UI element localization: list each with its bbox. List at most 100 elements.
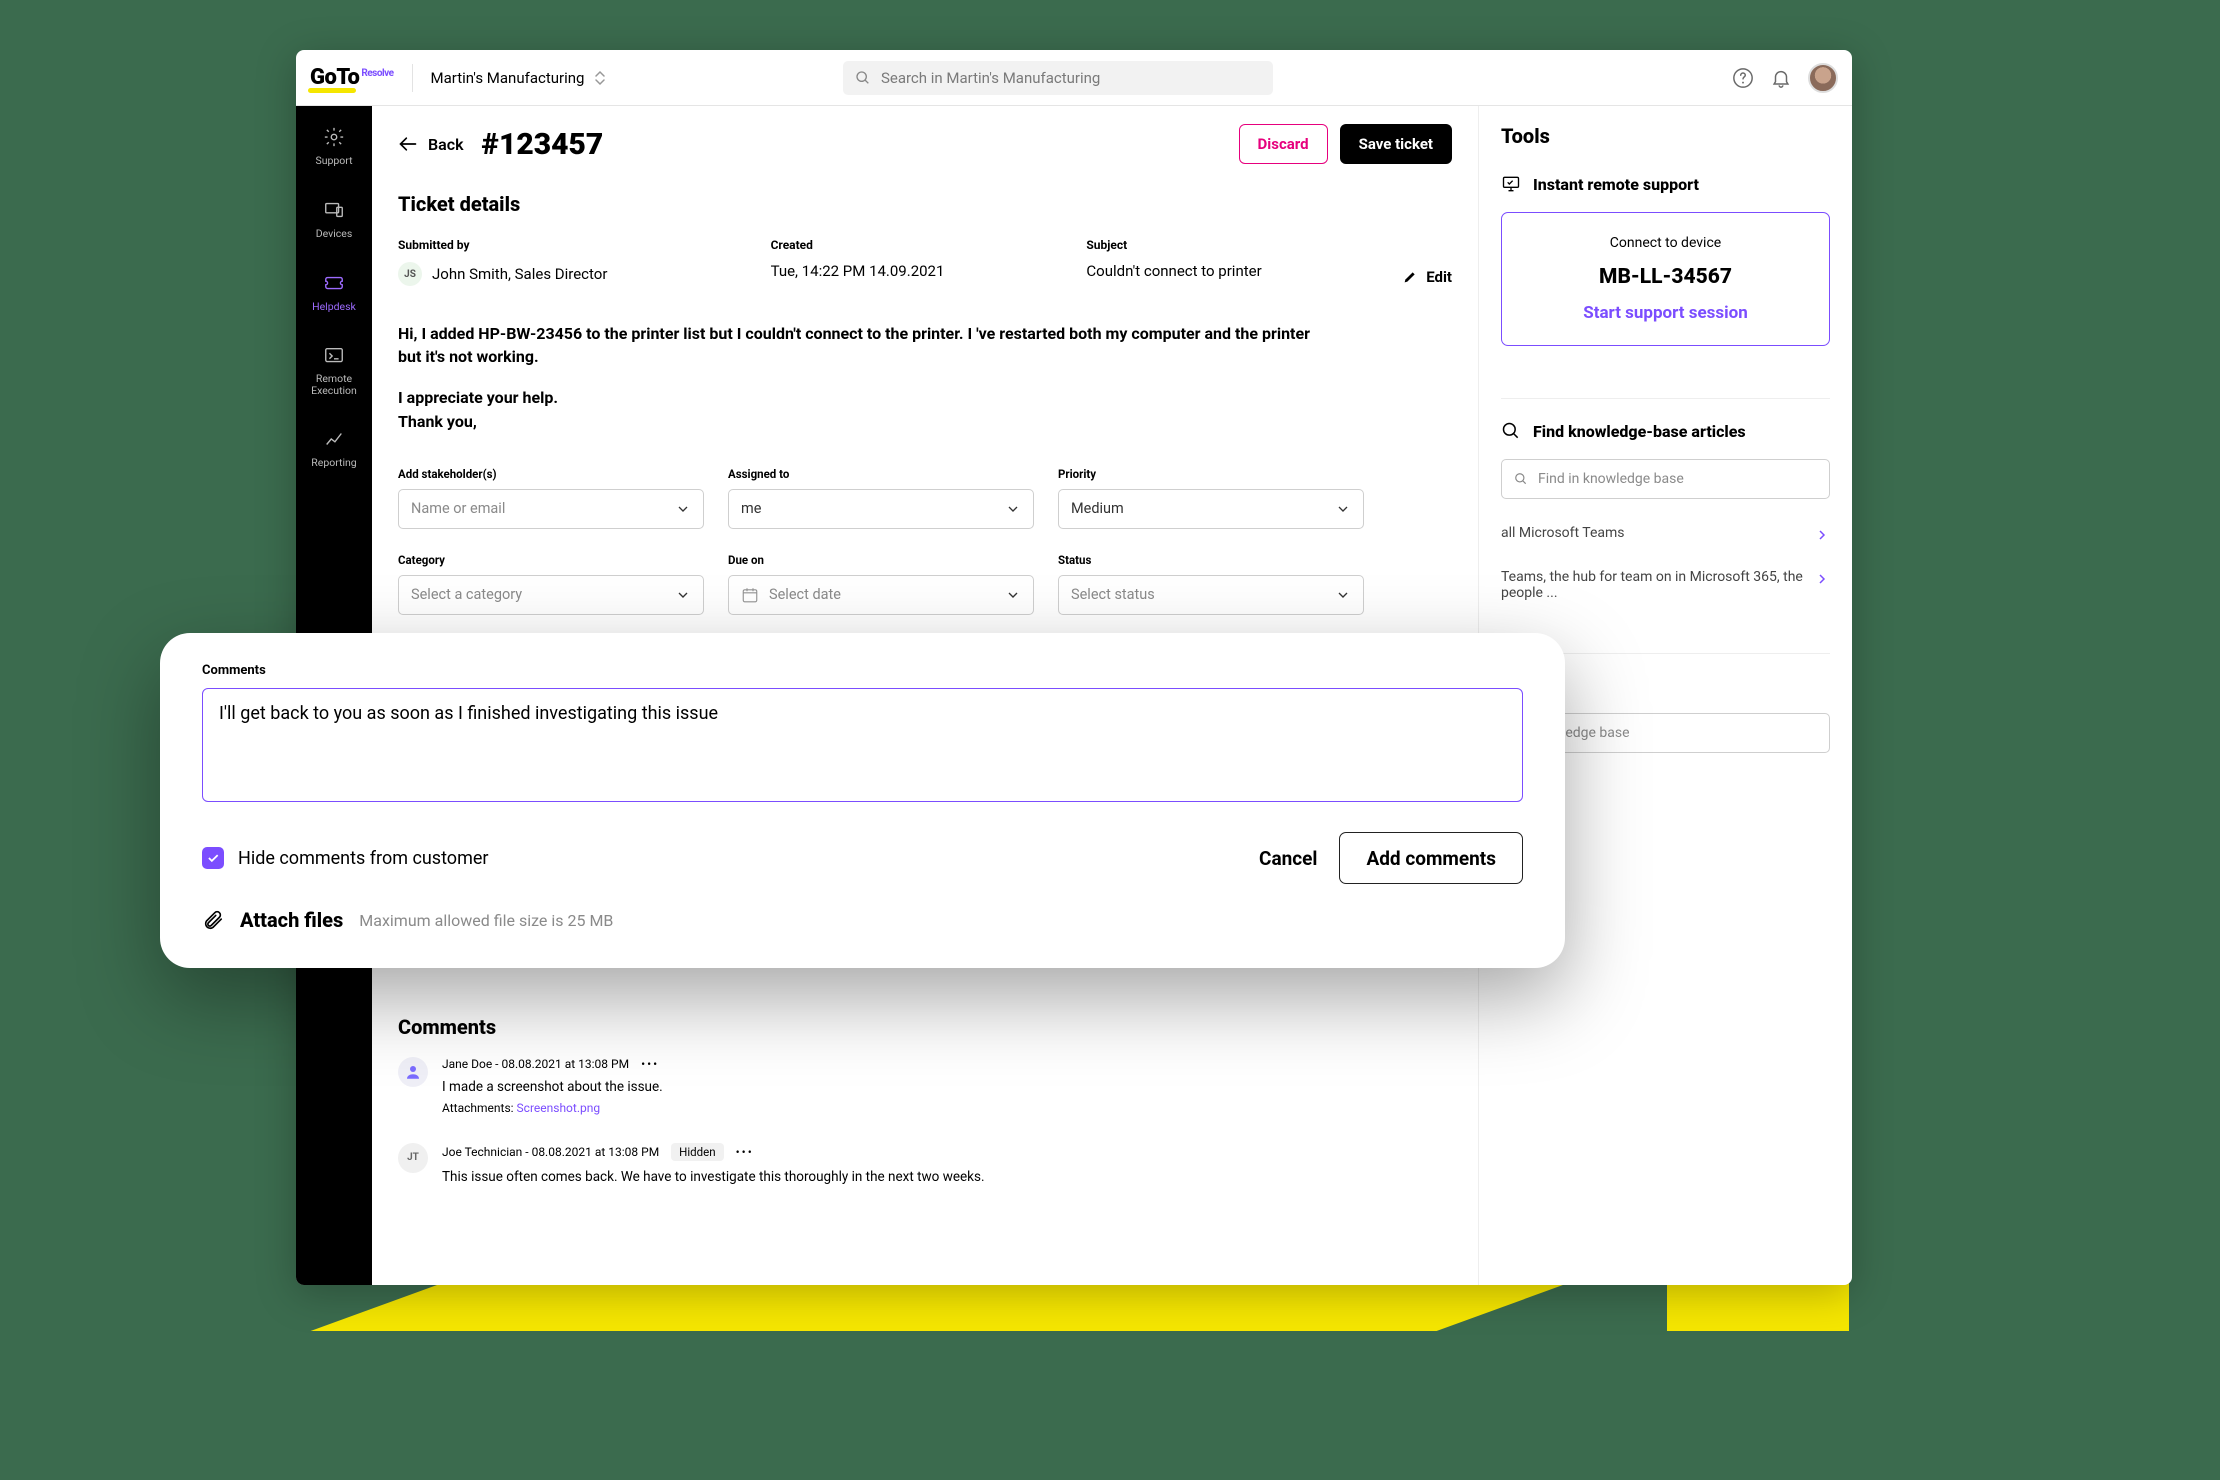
submitter-name: John Smith, Sales Director bbox=[432, 265, 607, 283]
remote-support-header: Instant remote support bbox=[1501, 174, 1830, 194]
discard-button[interactable]: Discard bbox=[1239, 124, 1328, 164]
chevron-down-icon bbox=[675, 587, 691, 603]
connect-label: Connect to device bbox=[1524, 235, 1807, 251]
help-icon[interactable] bbox=[1732, 67, 1754, 89]
person-icon bbox=[404, 1063, 422, 1081]
stakeholders-select[interactable]: Name or email bbox=[398, 489, 704, 529]
attach-label[interactable]: Attach files bbox=[240, 908, 343, 932]
search-placeholder: Search in Martin's Manufacturing bbox=[881, 69, 1100, 87]
comment-avatar bbox=[398, 1057, 428, 1087]
chevron-right-icon bbox=[1814, 571, 1830, 587]
chevron-right-icon bbox=[1814, 527, 1830, 543]
monitor-icon bbox=[1501, 174, 1521, 194]
chevron-down-icon bbox=[1005, 501, 1021, 517]
sidebar-item-helpdesk[interactable]: Helpdesk bbox=[296, 266, 372, 319]
pencil-icon bbox=[1402, 269, 1418, 285]
chart-icon bbox=[323, 428, 345, 450]
due-select[interactable]: Select date bbox=[728, 575, 1034, 615]
add-comments-button[interactable]: Add comments bbox=[1339, 832, 1523, 884]
edit-button[interactable]: Edit bbox=[1402, 268, 1452, 286]
device-name: MB-LL-34567 bbox=[1524, 265, 1807, 289]
comment-item: JT Joe Technician - 08.08.2021 at 13:08 … bbox=[398, 1143, 1452, 1185]
arrow-left-icon bbox=[398, 134, 418, 154]
ticket-description: Hi, I added HP-BW-23456 to the printer l… bbox=[398, 322, 1318, 433]
lbl-subject: Subject bbox=[1086, 238, 1370, 252]
hide-checkbox[interactable] bbox=[202, 847, 224, 869]
org-switcher[interactable]: Martin's Manufacturing bbox=[431, 69, 607, 87]
logo-text: GoTo bbox=[310, 65, 359, 90]
attachment-link[interactable]: Screenshot.png bbox=[517, 1101, 601, 1115]
kb-header: Find knowledge-base articles bbox=[1501, 421, 1830, 441]
attachment-label: Attachments: bbox=[442, 1101, 514, 1115]
comment-author: Joe Technician - 08.08.2021 at 13:08 PM bbox=[442, 1145, 659, 1159]
priority-select[interactable]: Medium bbox=[1058, 489, 1364, 529]
lbl-submitted-by: Submitted by bbox=[398, 238, 739, 252]
sidebar-item-remote-execution[interactable]: Remote Execution bbox=[296, 339, 372, 402]
sidebar-item-devices[interactable]: Devices bbox=[296, 193, 372, 246]
tools-title: Tools bbox=[1501, 124, 1830, 148]
kb-item[interactable]: Teams, the hub for team on in Microsoft … bbox=[1501, 569, 1830, 601]
org-name: Martin's Manufacturing bbox=[431, 69, 585, 87]
comments-compose-card: Comments Hide comments from customer Can… bbox=[160, 633, 1565, 968]
chevron-down-icon bbox=[1335, 501, 1351, 517]
created-value: Tue, 14:22 PM 14.09.2021 bbox=[771, 262, 1055, 280]
lbl-assigned: Assigned to bbox=[728, 467, 1034, 481]
chevron-down-icon bbox=[1005, 587, 1021, 603]
start-session-button[interactable]: Start support session bbox=[1524, 303, 1807, 323]
devices-icon bbox=[323, 199, 345, 221]
section-title-details: Ticket details bbox=[398, 192, 1452, 216]
search-icon bbox=[1514, 472, 1528, 486]
ticket-id: #123457 bbox=[482, 127, 604, 162]
comments-title: Comments bbox=[398, 1015, 1452, 1039]
updown-icon bbox=[594, 70, 606, 86]
logo: GoToResolve bbox=[310, 65, 394, 90]
global-search[interactable]: Search in Martin's Manufacturing bbox=[843, 61, 1273, 95]
chevron-down-icon bbox=[1335, 587, 1351, 603]
chevron-down-icon bbox=[675, 501, 691, 517]
ticket-icon bbox=[323, 272, 345, 294]
terminal-icon bbox=[323, 345, 345, 367]
calendar-icon bbox=[741, 586, 759, 604]
comment-item: Jane Doe - 08.08.2021 at 13:08 PM ••• I … bbox=[398, 1057, 1452, 1115]
save-button[interactable]: Save ticket bbox=[1340, 124, 1452, 164]
hide-label: Hide comments from customer bbox=[238, 848, 489, 869]
topbar: GoToResolve Martin's Manufacturing Searc… bbox=[296, 50, 1852, 106]
user-avatar[interactable] bbox=[1808, 63, 1838, 93]
more-icon[interactable]: ••• bbox=[641, 1057, 659, 1071]
cancel-button[interactable]: Cancel bbox=[1259, 847, 1317, 870]
comment-body: This issue often comes back. We have to … bbox=[442, 1169, 1452, 1185]
lbl-priority: Priority bbox=[1058, 467, 1364, 481]
category-select[interactable]: Select a category bbox=[398, 575, 704, 615]
logo-sub: Resolve bbox=[361, 68, 393, 79]
assigned-select[interactable]: me bbox=[728, 489, 1034, 529]
back-button[interactable]: Back bbox=[398, 134, 464, 154]
status-select[interactable]: Select status bbox=[1058, 575, 1364, 615]
compose-label: Comments bbox=[202, 663, 1523, 678]
comments-list: Comments Jane Doe - 08.08.2021 at 13:08 … bbox=[398, 1015, 1452, 1185]
attach-hint: Maximum allowed file size is 25 MB bbox=[359, 911, 613, 930]
search-icon bbox=[1501, 421, 1521, 441]
check-icon bbox=[206, 851, 220, 865]
gear-icon bbox=[323, 126, 345, 148]
sidebar-item-support[interactable]: Support bbox=[296, 120, 372, 173]
lbl-category: Category bbox=[398, 553, 704, 567]
bell-icon[interactable] bbox=[1770, 67, 1792, 89]
hidden-badge: Hidden bbox=[671, 1143, 723, 1161]
submitter-avatar: JS bbox=[398, 262, 422, 286]
lbl-due: Due on bbox=[728, 553, 1034, 567]
lbl-created: Created bbox=[771, 238, 1055, 252]
more-icon[interactable]: ••• bbox=[736, 1145, 754, 1159]
kb-search[interactable]: Find in knowledge base bbox=[1501, 459, 1830, 499]
sidebar-item-reporting[interactable]: Reporting bbox=[296, 422, 372, 475]
comment-textarea[interactable] bbox=[202, 688, 1523, 802]
comment-body: I made a screenshot about the issue. bbox=[442, 1079, 1452, 1095]
kb-item[interactable]: all Microsoft Teams bbox=[1501, 525, 1830, 543]
paperclip-icon[interactable] bbox=[202, 909, 224, 931]
lbl-stakeholders: Add stakeholder(s) bbox=[398, 467, 704, 481]
device-card: Connect to device MB-LL-34567 Start supp… bbox=[1501, 212, 1830, 346]
comment-avatar: JT bbox=[398, 1143, 428, 1173]
search-icon bbox=[855, 70, 871, 86]
comment-author: Jane Doe - 08.08.2021 at 13:08 PM bbox=[442, 1057, 629, 1071]
subject-value: Couldn't connect to printer bbox=[1086, 262, 1370, 280]
lbl-status: Status bbox=[1058, 553, 1364, 567]
